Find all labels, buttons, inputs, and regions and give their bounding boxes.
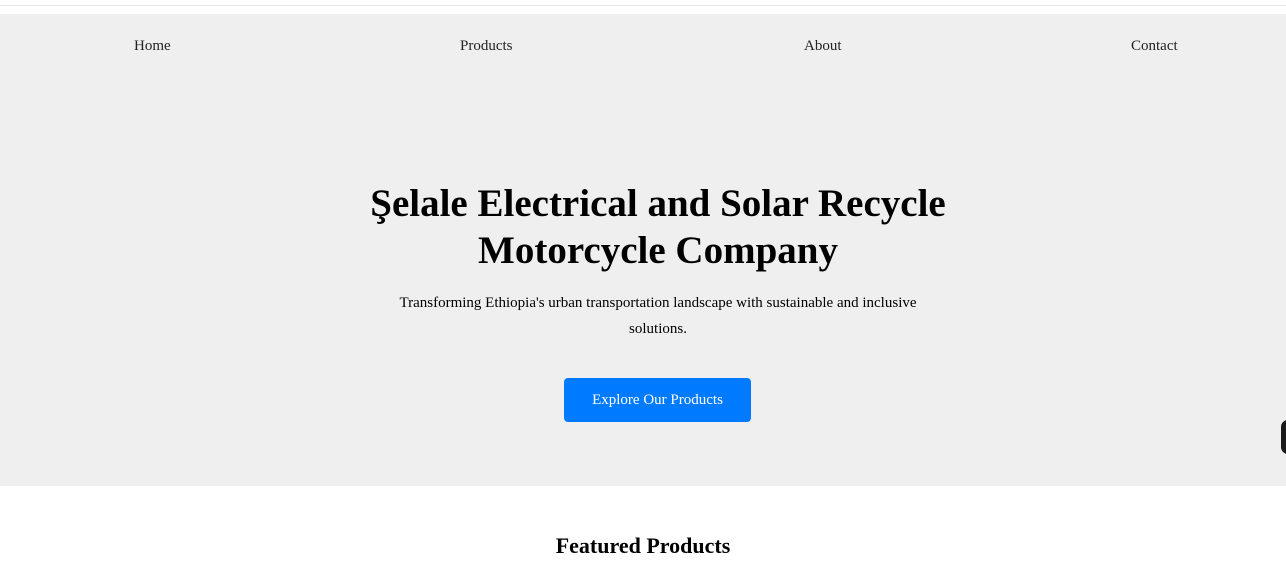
nav-about-link[interactable]: About: [804, 38, 842, 55]
top-divider: [0, 5, 1286, 6]
nav-products-link[interactable]: Products: [460, 38, 513, 55]
nav-home-link[interactable]: Home: [134, 38, 171, 55]
featured-products-heading: Featured Products: [555, 533, 731, 558]
nav-contact-link[interactable]: Contact: [1131, 38, 1178, 55]
main-nav: Home Products About Contact: [0, 14, 1286, 80]
floating-chat-widget[interactable]: [1281, 420, 1286, 454]
hero-title: Şelale Electrical and Solar Recycle Moto…: [370, 182, 946, 272]
hero-section: Home Products About Contact Şelale Elect…: [0, 14, 1286, 486]
hero-subtitle: Transforming Ethiopia's urban transporta…: [399, 295, 917, 337]
page: Home Products About Contact Şelale Elect…: [0, 0, 1286, 562]
explore-products-button[interactable]: Explore Our Products: [564, 378, 751, 422]
